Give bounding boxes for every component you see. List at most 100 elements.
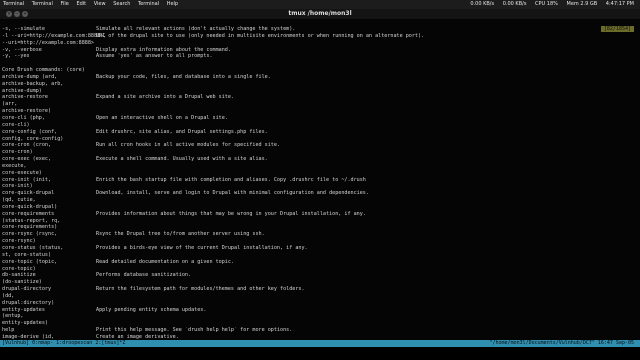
command-line: core-cron) [2,149,638,156]
command-line: drupal:directory) [2,300,638,307]
command-line: (arr, [2,101,638,108]
terminal-output: -s, --simulate Simulate all relevant acti… [2,26,638,342]
option-flag: Core Drush commands: (core) [2,67,85,74]
command-line: core-cli) [2,122,638,129]
maximize-icon[interactable]: + [22,11,28,17]
command-name: core-exec (exec, [2,156,52,163]
command-name: archive-restore [2,94,49,101]
command-line: (dd, [2,293,638,300]
command-line: core-init (init, Enrich the bash startup … [2,177,638,184]
command-name: drupal-directory [2,286,52,293]
command-name: core-init) [2,183,33,190]
command-line: (do-sanitize) [2,279,638,286]
command-line: core-cron (cron, Run all cron hooks in al… [2,142,638,149]
command-description: Apply pending entity schema updates. [96,306,207,313]
terminal-pane[interactable]: [82/1854] -s, --simulate Simulate all rel… [0,19,640,342]
window-titlebar[interactable]: tmux /home/mon3l × – + [0,9,640,19]
option-description: Display extra information about the comm… [96,46,231,53]
command-line: entity-updates Apply pending entity schem… [2,307,638,314]
command-name: archive-restore) [2,108,52,115]
option-line: --uri=http://example.com:8888> [2,40,638,47]
command-name: core-topic (topic, [2,258,58,265]
tmux-window-list[interactable]: [Vulnhub] 0:nmap- 1:droopescan 2:[tmux]*… [2,340,125,347]
command-name: core-config (conf, [2,128,58,135]
command-line: core-requirements) [2,224,638,231]
command-line: drupal-directory Return the filesystem pa… [2,286,638,293]
command-name: core-cli) [2,121,30,128]
command-line: db-sanitize Performs database sanitizatio… [2,272,638,279]
command-name: (do-sanitize) [2,279,42,286]
command-name: help [2,327,15,334]
command-description: Expand a site archive into a Drupal web … [96,94,235,101]
command-line: core-rsync) [2,238,638,245]
command-name: archive-backup, arb, [2,80,64,87]
command-description: Enrich the bash startup file with comple… [96,176,366,183]
option-description: Assume 'yes' as answer to all prompts. [96,53,213,60]
command-name: execute, [2,162,27,169]
command-description: Open an interactive shell on a Drupal si… [96,114,228,121]
menu-terminal-app[interactable]: Terminal [32,1,53,7]
command-name: core-rsync) [2,238,36,245]
command-line: execute, [2,163,638,170]
command-name: core-cron) [2,149,33,156]
command-name: entity-updates) [2,320,49,327]
option-line: -s, --simulate Simulate all relevant acti… [2,26,638,33]
command-name: db-sanitize [2,272,36,279]
command-line: archive-backup, arb, [2,81,638,88]
command-description: Execute a shell command. Usually used wi… [96,156,268,163]
command-line: (qd, cutie, [2,197,638,204]
command-line: core-status (status, Provides a birds-eye… [2,245,638,252]
command-name: core-execute) [2,169,42,176]
mem-readout: Mem 2.9 GB [566,1,598,7]
command-line: config, core-config) [2,136,638,143]
command-line: core-quick-drupal Download, install, serv… [2,190,638,197]
command-line: core-requirements Provides information ab… [2,211,638,218]
command-name: drupal:directory) [2,299,55,306]
menu-edit[interactable]: Edit [76,1,86,7]
command-line: archive-restore) [2,108,638,115]
command-line: core-execute) [2,170,638,177]
menu-help[interactable]: Help [167,1,178,7]
menu-activities[interactable]: Terminal [3,1,24,7]
command-description: Download, install, serve and login to Dr… [96,190,369,197]
command-line: core-config (conf, Edit drushrc, site ali… [2,129,638,136]
command-name: (status-report, rq, [2,217,61,224]
option-line: -v, --verbose Display extra information a… [2,47,638,54]
command-name: (arr, [2,101,18,108]
window-title: tmux /home/mon3l [288,10,352,17]
command-line: core-topic) [2,266,638,273]
command-name: core-quick-drupal) [2,203,58,210]
cpu-readout: CPU 18% [535,1,558,7]
tmux-status-right: "/home/mon3l/Documents/Vulnhub/DC7" 16:4… [489,340,635,346]
net-down-readout: 0.00 KB/s [502,1,527,7]
command-description: Return the filesystem path for modules/t… [96,286,305,293]
menu-search[interactable]: Search [113,1,130,7]
command-line: core-cli (php, Open an interactive shell … [2,115,638,122]
command-name: st, core-status) [2,251,52,258]
close-icon[interactable]: × [6,11,12,17]
command-name: entity-updates [2,306,45,313]
clock[interactable]: 4:47:17 PM [606,1,634,7]
option-line: Core Drush commands: (core) [2,67,638,74]
menu-file[interactable]: File [60,1,68,7]
command-name: (dd, [2,292,15,299]
command-name: archive-dump (ard, [2,73,58,80]
command-line: (status-report, rq, [2,218,638,225]
option-flag: -v, --verbose [2,46,42,53]
option-line [2,60,638,67]
minimize-icon[interactable]: – [14,11,20,17]
command-line: (entup, [2,313,638,320]
command-name: config, core-config) [2,135,64,142]
command-line: core-quick-drupal) [2,204,638,211]
menu-view[interactable]: View [94,1,106,7]
command-name: core-topic) [2,265,36,272]
command-description: Rsync the Drupal tree to/from another se… [96,231,265,238]
command-line: entity-updates) [2,320,638,327]
command-line: st, core-status) [2,252,638,259]
command-description: Performs database sanitization. [96,272,192,279]
command-description: Edit drushrc, site alias, and Drupal set… [96,128,268,135]
command-line: archive-dump) [2,88,638,95]
command-name: (qd, cutie, [2,197,36,204]
command-name: core-init (init, [2,176,52,183]
menu-terminal[interactable]: Terminal [138,1,159,7]
